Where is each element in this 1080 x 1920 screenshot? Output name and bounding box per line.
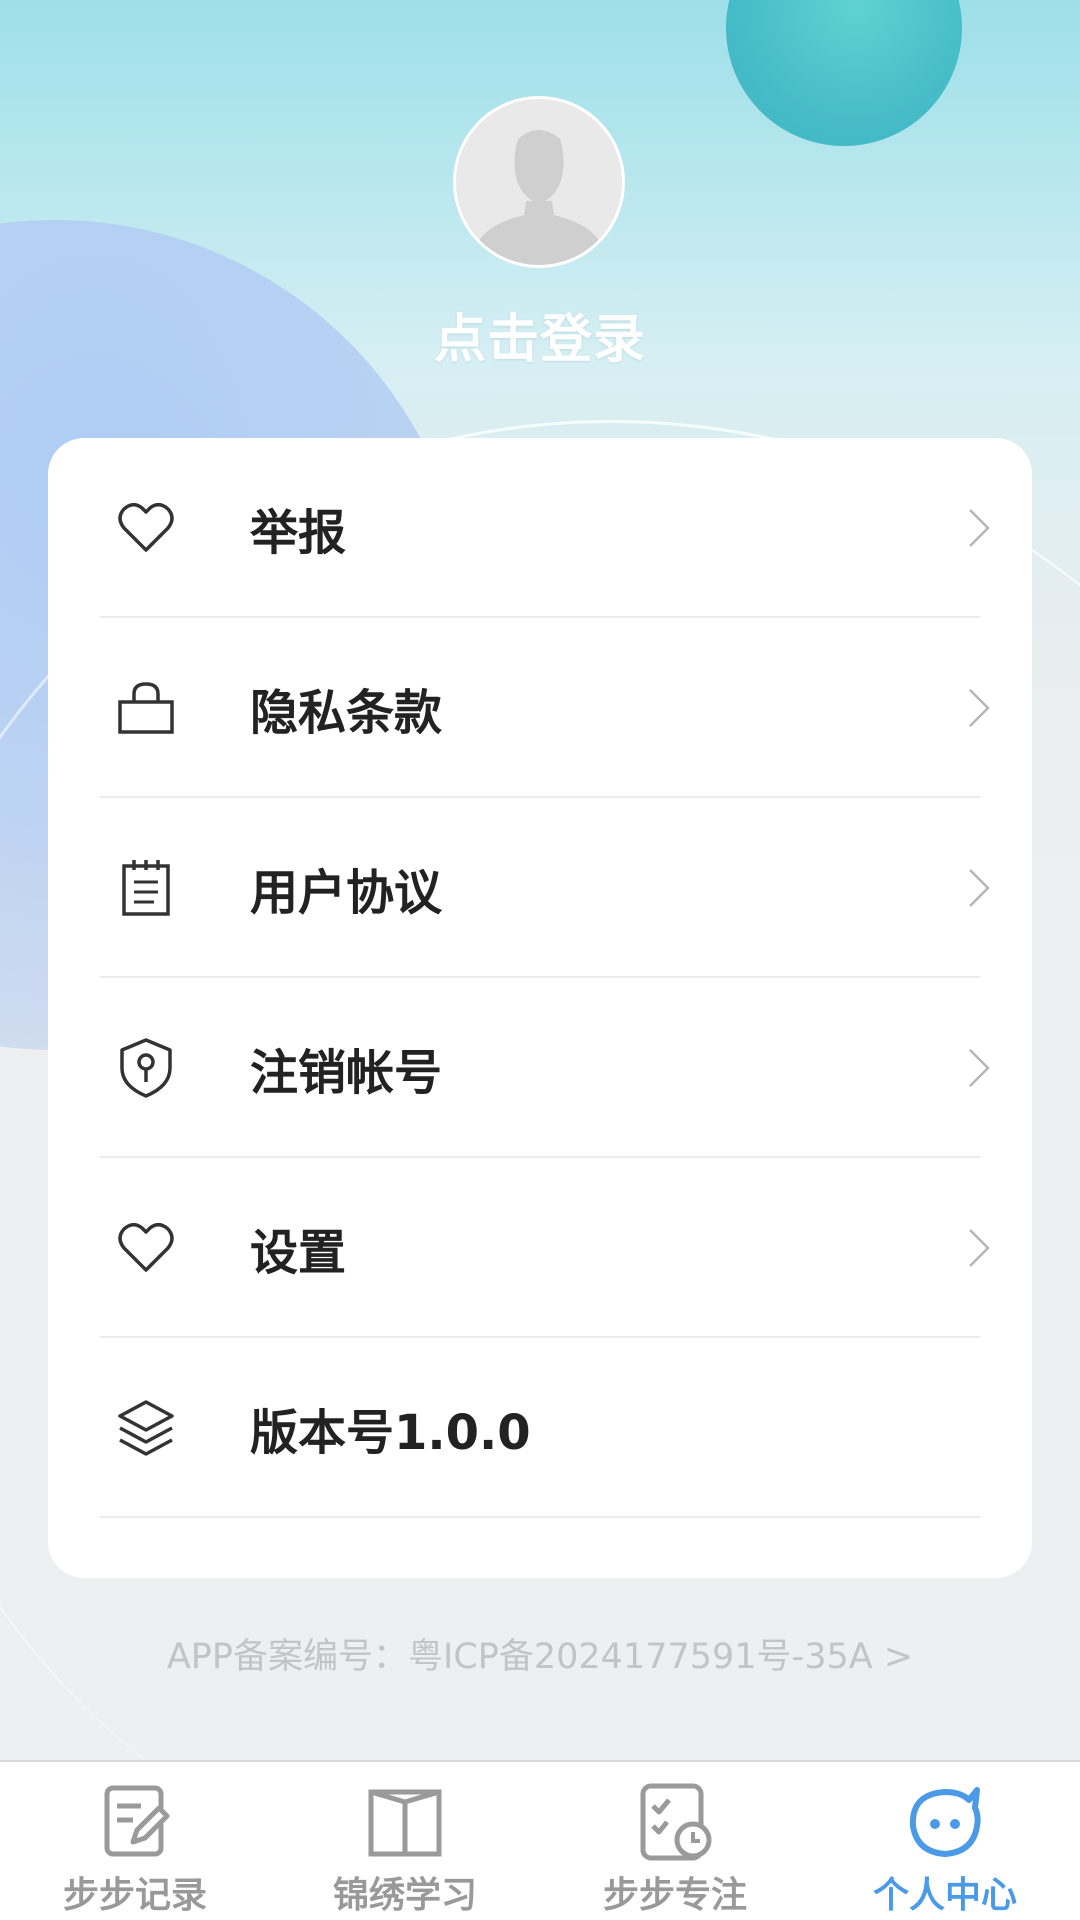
chevron-right-icon — [969, 689, 990, 727]
book-icon — [368, 1789, 442, 1857]
menu-item-label: 隐私条款 — [250, 685, 443, 741]
menu-item-version: 版本号1.0.0 — [100, 1338, 980, 1518]
menu-item-label: 用户协议 — [250, 865, 443, 921]
tab-study[interactable]: 锦绣学习 — [270, 1762, 540, 1920]
menu-item-user-agreement[interactable]: 用户协议 — [100, 798, 990, 978]
layers-icon — [118, 1400, 174, 1456]
login-link[interactable]: 点击登录 — [340, 297, 740, 372]
menu-item-label: 设置 — [250, 1225, 347, 1281]
tab-focus[interactable]: 步步专注 — [540, 1762, 810, 1920]
menu-item-report[interactable]: 举报 — [100, 438, 990, 618]
menu-item-label: 举报 — [250, 505, 347, 561]
document-icon — [122, 860, 170, 916]
tab-profile[interactable]: 个人中心 — [810, 1762, 1080, 1920]
avatar[interactable] — [453, 96, 625, 268]
chevron-right-icon — [969, 1049, 990, 1087]
bottom-tab-bar: 步步记录 锦绣学习 步步专注 个人中心 — [0, 1760, 1080, 1920]
menu-item-privacy[interactable]: 隐私条款 — [100, 618, 990, 798]
shield-key-icon — [120, 1038, 172, 1098]
checklist-clock-icon — [640, 1783, 712, 1861]
menu-card: 举报 隐私条款 用户协议 注销帐号 设置 版本号1.0.0 — [48, 438, 1032, 1578]
menu-item-label: 注销帐号 — [250, 1045, 443, 1101]
menu-item-settings[interactable]: 设置 — [100, 1158, 990, 1338]
tab-label: 步步记录 — [62, 1875, 207, 1916]
divider — [100, 1516, 980, 1518]
chevron-right-icon — [969, 509, 990, 547]
edit-note-icon — [104, 1785, 170, 1857]
tab-label: 个人中心 — [872, 1875, 1017, 1916]
chevron-right-icon — [969, 869, 990, 907]
tab-step-record[interactable]: 步步记录 — [0, 1762, 270, 1920]
heart-icon — [118, 503, 174, 552]
default-avatar-icon — [456, 99, 622, 265]
smiley-icon — [909, 1787, 981, 1857]
tab-label: 步步专注 — [602, 1875, 747, 1916]
lock-icon — [118, 682, 174, 734]
decorative-teal-circle — [726, 0, 962, 146]
heart-icon — [118, 1223, 174, 1272]
tab-label: 锦绣学习 — [332, 1875, 477, 1916]
chevron-right-icon — [969, 1229, 990, 1267]
menu-item-delete-account[interactable]: 注销帐号 — [100, 978, 990, 1158]
version-label: 版本号1.0.0 — [250, 1405, 531, 1461]
icp-filing-link[interactable]: APP备案编号：粤ICP备2024177591号-35A > — [0, 1628, 1080, 1679]
